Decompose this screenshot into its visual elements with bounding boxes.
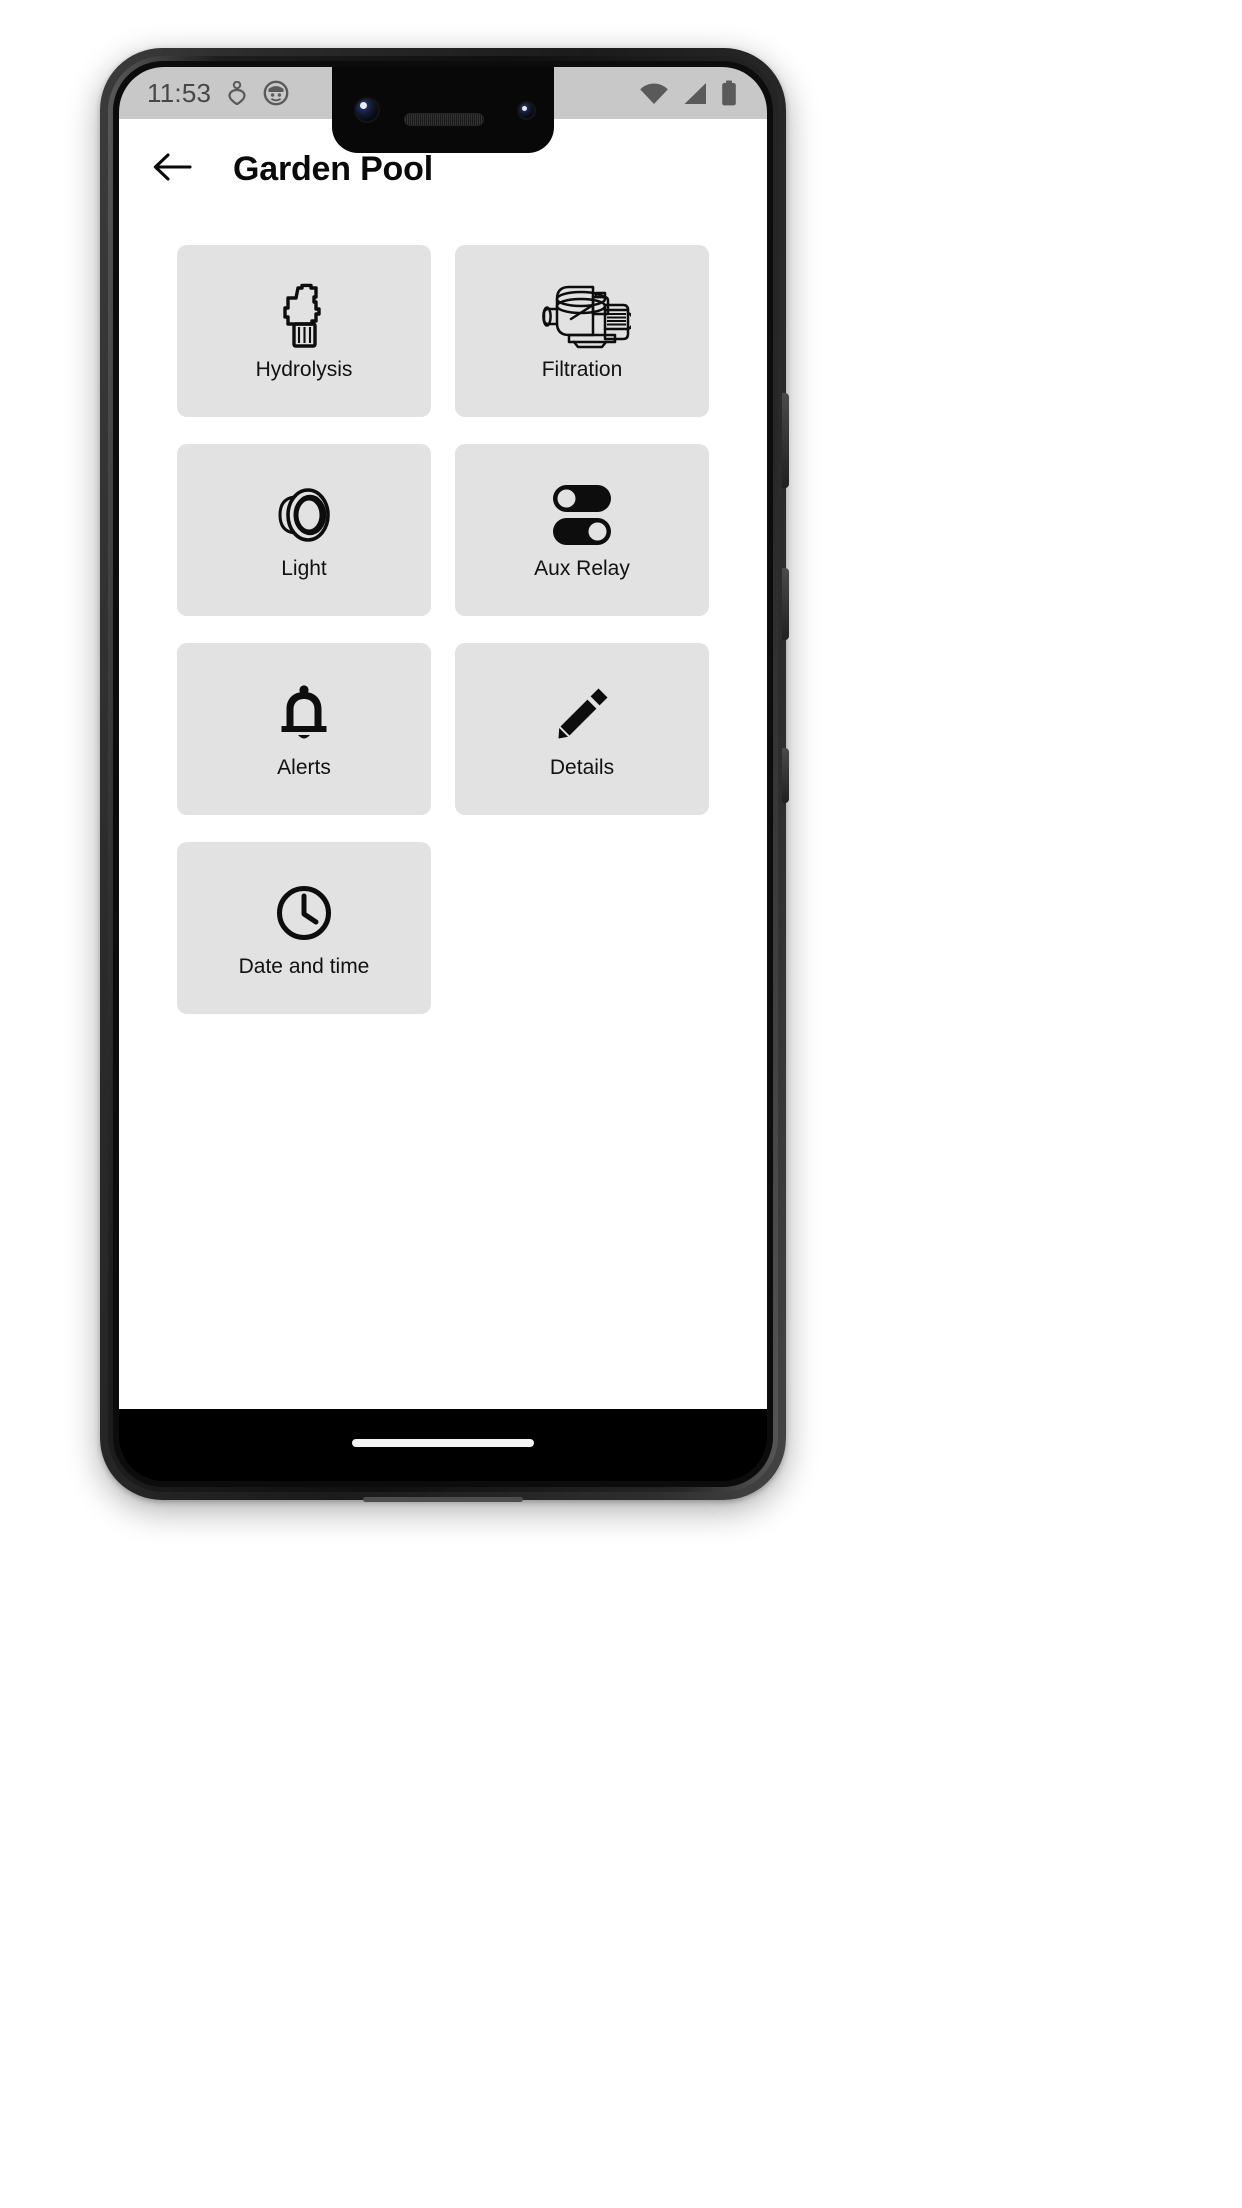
phone-device-frame: 11:53 Garden Pool Hydrolysis Filtration … — [100, 48, 789, 1502]
charging-port — [363, 1497, 523, 1502]
volume-up-button[interactable] — [782, 568, 789, 640]
pool-spotlight-icon — [268, 479, 340, 551]
tile-label: Date and time — [238, 955, 370, 978]
tile-alerts[interactable]: Alerts — [177, 643, 431, 815]
tile-aux-relay[interactable]: Aux Relay — [455, 444, 709, 616]
battery-icon — [721, 80, 737, 106]
tile-details[interactable]: Details — [455, 643, 709, 815]
feature-tile-grid: Hydrolysis Filtration Light Aux Relay Al… — [119, 245, 767, 1014]
tile-label: Details — [549, 756, 615, 779]
status-bar-right-group — [639, 80, 737, 106]
display-notch — [332, 67, 554, 153]
phone-bevel-outer: 11:53 Garden Pool Hydrolysis Filtration … — [108, 56, 778, 1492]
back-button[interactable] — [145, 142, 199, 196]
home-indicator[interactable] — [352, 1439, 534, 1447]
screenshot-stage: 11:53 Garden Pool Hydrolysis Filtration … — [0, 0, 1242, 2208]
pencil-icon — [552, 678, 612, 750]
power-button[interactable] — [782, 393, 789, 488]
page-title: Garden Pool — [233, 149, 433, 188]
earpiece-speaker — [404, 113, 484, 126]
location-icon — [227, 81, 247, 105]
front-camera-wide-icon — [517, 101, 536, 120]
tile-placeholder-empty — [455, 842, 709, 1014]
tile-label: Alerts — [277, 756, 331, 779]
tile-label: Hydrolysis — [255, 358, 353, 381]
double-toggle-switch-icon — [542, 479, 622, 551]
tile-label: Aux Relay — [534, 557, 630, 580]
tile-date-and-time[interactable]: Date and time — [177, 842, 431, 1014]
volume-down-button[interactable] — [782, 748, 789, 803]
bell-icon — [273, 678, 335, 750]
arrow-left-icon — [152, 151, 192, 188]
tile-light[interactable]: Light — [177, 444, 431, 616]
status-bar-left-group: 11:53 — [147, 78, 289, 109]
tile-hydrolysis[interactable]: Hydrolysis — [177, 245, 431, 417]
clock-icon — [274, 877, 334, 949]
phone-bevel-inner: 11:53 Garden Pool Hydrolysis Filtration … — [113, 61, 773, 1487]
pool-pump-icon — [533, 280, 631, 352]
front-camera-main-icon — [354, 97, 380, 123]
tile-filtration[interactable]: Filtration — [455, 245, 709, 417]
status-bar-clock: 11:53 — [147, 77, 212, 108]
system-navigation-bar — [119, 1409, 767, 1481]
tile-label: Filtration — [541, 358, 623, 381]
app-notification-icon — [263, 80, 289, 106]
app-content: Garden Pool Hydrolysis Filtration Light … — [119, 119, 767, 1409]
phone-screen: 11:53 Garden Pool Hydrolysis Filtration … — [119, 67, 767, 1481]
salt-cell-icon — [278, 280, 330, 352]
wifi-icon — [639, 82, 669, 106]
tile-label: Light — [281, 557, 327, 580]
cellular-signal-icon — [682, 82, 708, 106]
